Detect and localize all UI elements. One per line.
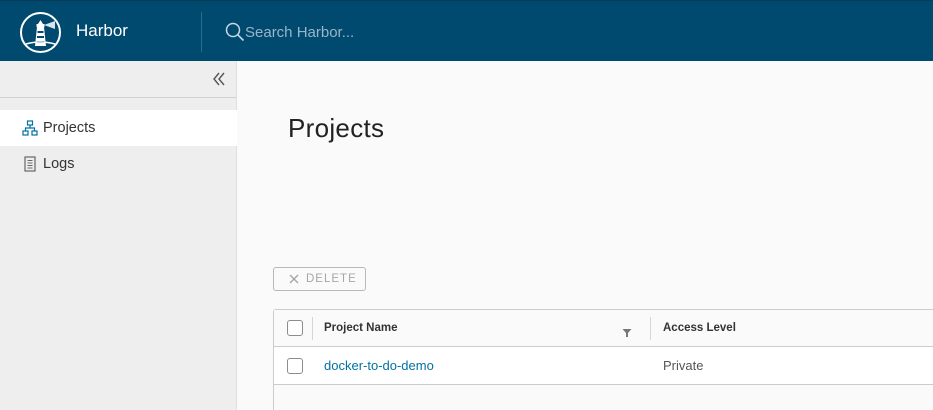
table-header: Project Name Access Level (274, 310, 933, 347)
page-title: Projects (288, 113, 385, 143)
close-icon (288, 273, 300, 285)
app-title[interactable]: Harbor (76, 21, 128, 41)
sidebar-item-label: Projects (43, 120, 96, 136)
projects-icon (22, 120, 38, 136)
double-chevron-left-icon[interactable] (210, 70, 228, 88)
filter-icon[interactable] (622, 325, 632, 337)
logs-icon (22, 156, 38, 172)
delete-button[interactable]: DELETE (273, 267, 366, 291)
select-all-checkbox[interactable] (287, 320, 303, 336)
top-header: Harbor (0, 0, 933, 61)
sidebar-item-logs[interactable]: Logs (0, 146, 237, 182)
column-divider (312, 317, 313, 340)
projects-table: Project Name Access Level docker-to-do-d… (273, 309, 933, 410)
column-divider (650, 317, 651, 340)
access-level-cell: Private (663, 358, 704, 373)
header-divider (201, 12, 202, 52)
search-icon[interactable] (225, 22, 245, 42)
search-input[interactable] (245, 21, 545, 43)
sidebar-collapse-row (0, 61, 236, 98)
harbor-logo-icon[interactable] (20, 12, 61, 53)
sidebar: Projects Logs (0, 61, 237, 410)
row-checkbox[interactable] (287, 358, 303, 374)
column-header-access-level[interactable]: Access Level (663, 322, 736, 334)
sidebar-item-label: Logs (43, 156, 75, 172)
column-header-project-name[interactable]: Project Name (324, 322, 398, 334)
project-name-link[interactable]: docker-to-do-demo (324, 358, 434, 373)
table-footer (274, 385, 933, 410)
table-row: docker-to-do-demo Private (274, 347, 933, 385)
sidebar-item-projects[interactable]: Projects (0, 110, 237, 146)
delete-label: DELETE (306, 273, 357, 285)
